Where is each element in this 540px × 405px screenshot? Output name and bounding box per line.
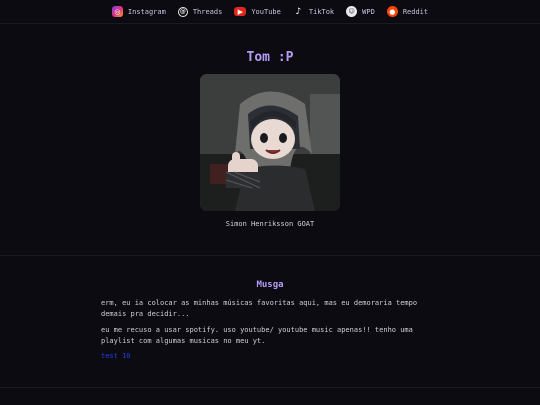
music-link[interactable]: test 10 xyxy=(101,352,131,360)
nav-link-wpd[interactable]: ☺ WPD xyxy=(346,6,375,17)
music-section: Musga erm, eu ia colocar as minhas músic… xyxy=(0,257,540,388)
profile-section: Tom :P Simon Henriksson GOAT xyxy=(0,24,540,256)
wpd-icon: ☺ xyxy=(346,6,358,17)
nav-label-wpd: WPD xyxy=(362,7,375,16)
nav-label-tiktok: TikTok xyxy=(308,7,335,16)
nav-link-youtube[interactable]: ▶ YouTube xyxy=(234,7,281,16)
threads-icon: @ xyxy=(177,6,188,17)
instagram-icon: ◎ xyxy=(111,6,123,17)
nav-label-threads: Threads xyxy=(192,7,223,16)
tiktok-icon: ♪ xyxy=(295,6,302,17)
avatar xyxy=(200,74,340,211)
profile-title: Tom :P xyxy=(246,50,294,65)
nav-label-youtube: YouTube xyxy=(251,7,281,16)
reddit-icon: ● xyxy=(386,6,398,17)
nav-label-reddit: Reddit xyxy=(402,7,429,16)
nav-label-instagram: Instagram xyxy=(127,7,166,16)
top-navigation: ◎ Instagram @ Threads ▶ YouTube ♪ TikTok… xyxy=(0,0,540,24)
music-paragraph-2: eu me recuso a usar spotify. uso youtube… xyxy=(101,326,413,345)
nav-link-tiktok[interactable]: ♪ TikTok xyxy=(293,6,334,17)
avatar-caption: Simon Henriksson GOAT xyxy=(225,220,315,228)
nav-link-instagram[interactable]: ◎ Instagram xyxy=(111,6,166,17)
music-paragraph-1: erm, eu ia colocar as minhas músicas fav… xyxy=(101,299,418,318)
nav-link-reddit[interactable]: ● Reddit xyxy=(386,6,429,17)
music-section-title: Musga xyxy=(256,280,284,290)
youtube-icon: ▶ xyxy=(234,7,247,16)
nav-link-threads[interactable]: @ Threads xyxy=(177,6,223,17)
